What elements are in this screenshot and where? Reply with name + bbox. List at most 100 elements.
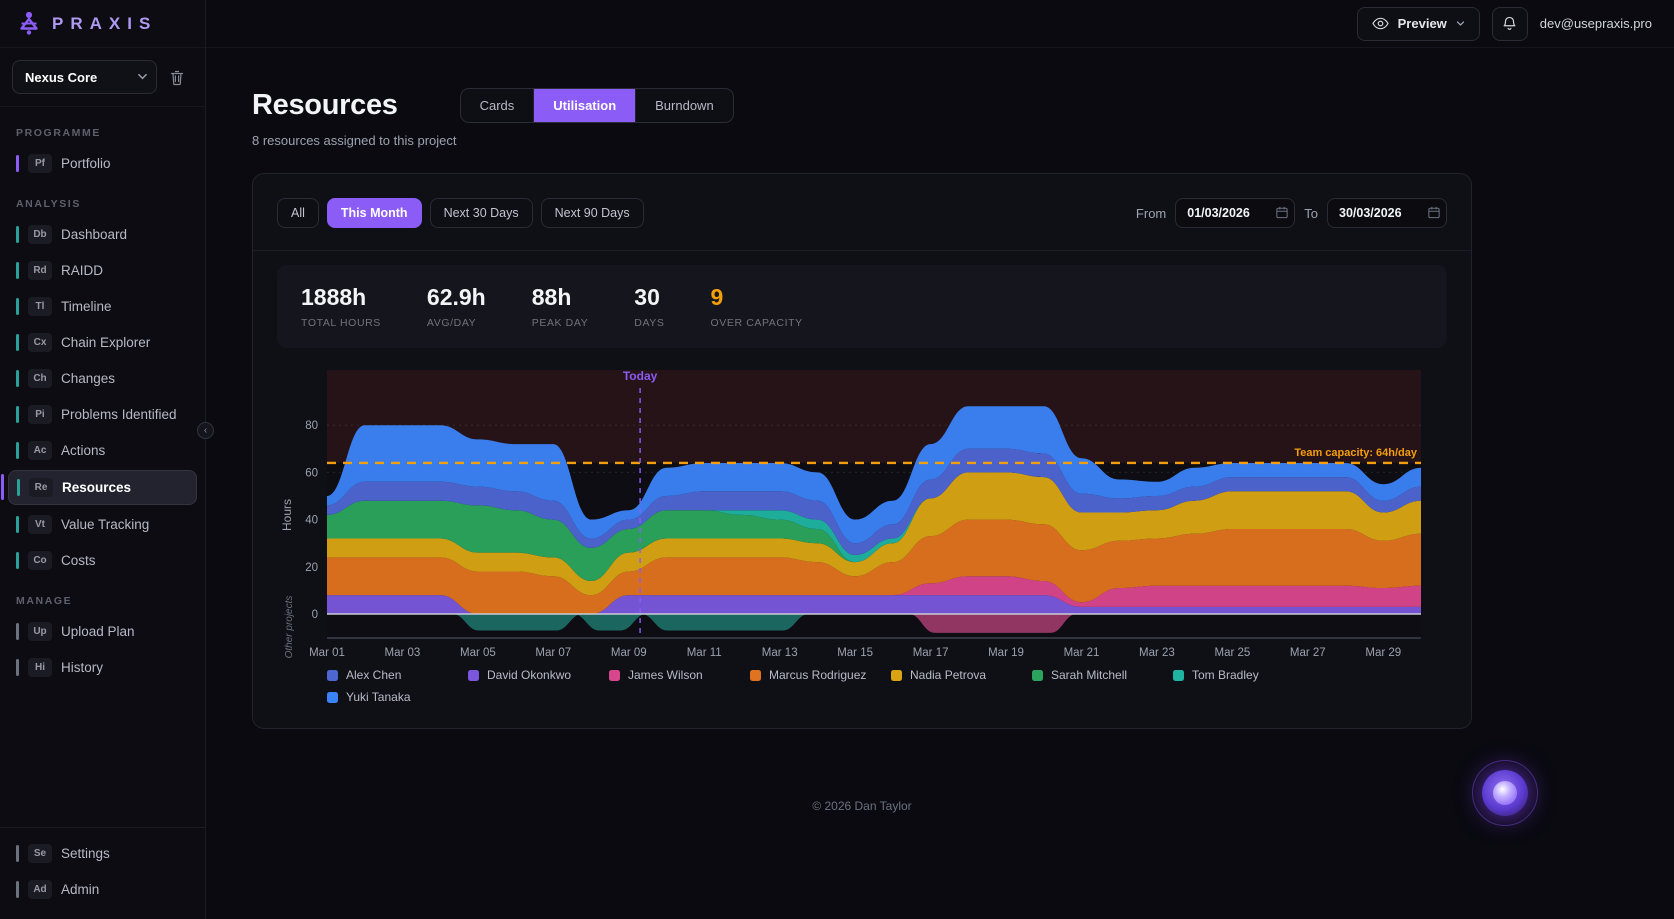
sidebar-item-value-tracking[interactable]: VtValue Tracking bbox=[8, 508, 197, 541]
item-badge: Se bbox=[28, 844, 52, 863]
filter-this-month[interactable]: This Month bbox=[327, 198, 422, 228]
legend-alex-chen: Alex Chen bbox=[327, 668, 468, 682]
notifications-button[interactable] bbox=[1492, 7, 1528, 41]
stat-label: PEAK DAY bbox=[532, 317, 589, 329]
legend-sarah-mitchell: Sarah Mitchell bbox=[1032, 668, 1173, 682]
stat-over-capacity: 9OVER CAPACITY bbox=[711, 284, 803, 329]
sidebar-item-portfolio[interactable]: PfPortfolio bbox=[8, 147, 197, 180]
legend-label: Nadia Petrova bbox=[910, 668, 986, 682]
date-range-group: From To bbox=[1136, 198, 1447, 228]
sidebar-item-resources[interactable]: ReResources bbox=[8, 470, 197, 505]
stacked-area-chart: Team capacity: 64h/dayToday020406080Hour… bbox=[277, 364, 1447, 664]
to-label: To bbox=[1304, 206, 1318, 221]
sidebar-item-costs[interactable]: CoCosts bbox=[8, 544, 197, 577]
tab-utilisation[interactable]: Utilisation bbox=[534, 89, 636, 122]
legend-swatch bbox=[891, 670, 902, 681]
sidebar-item-timeline[interactable]: Tl Timeline bbox=[8, 290, 197, 323]
filter-all[interactable]: All bbox=[277, 198, 319, 228]
item-badge: Up bbox=[28, 622, 52, 641]
trash-icon bbox=[169, 69, 185, 86]
item-badge: Pi bbox=[28, 405, 52, 424]
sidebar-item-actions[interactable]: AcActions bbox=[8, 434, 197, 467]
svg-text:Team capacity: 64h/day: Team capacity: 64h/day bbox=[1294, 447, 1418, 459]
stat-days: 30DAYS bbox=[634, 284, 664, 329]
sidebar-item-upload-plan[interactable]: Up Upload Plan bbox=[8, 615, 197, 648]
item-badge: Tl bbox=[28, 297, 52, 316]
svg-text:Mar 05: Mar 05 bbox=[460, 647, 496, 659]
svg-text:Mar 25: Mar 25 bbox=[1215, 647, 1251, 659]
sidebar-collapse-button[interactable]: ‹ bbox=[197, 422, 214, 439]
delete-project-button[interactable] bbox=[169, 69, 185, 86]
legend-swatch bbox=[327, 692, 338, 703]
sidebar-item-changes[interactable]: ChChanges bbox=[8, 362, 197, 395]
utilisation-card: All This Month Next 30 Days Next 90 Days Fr… bbox=[252, 173, 1472, 729]
stat-value: 9 bbox=[711, 284, 803, 311]
item-label: Costs bbox=[61, 553, 96, 568]
stat-label: TOTAL HOURS bbox=[301, 317, 381, 329]
topbar: Preview dev@usepraxis.pro bbox=[206, 0, 1674, 48]
page-subtitle: 8 resources assigned to this project bbox=[252, 133, 1472, 148]
item-accent-bar bbox=[16, 881, 19, 898]
brand-name: PRAXIS bbox=[52, 14, 157, 34]
item-label: Dashboard bbox=[61, 227, 127, 242]
svg-text:Other projects: Other projects bbox=[284, 596, 295, 659]
legend-nadia-petrova: Nadia Petrova bbox=[891, 668, 1032, 682]
preview-button[interactable]: Preview bbox=[1357, 7, 1480, 41]
sidebar-item-settings[interactable]: SeSettings bbox=[8, 837, 197, 870]
legend-yuki-tanaka: Yuki Tanaka bbox=[327, 690, 468, 704]
svg-text:Mar 03: Mar 03 bbox=[385, 647, 421, 659]
item-label: Problems Identified bbox=[61, 407, 177, 422]
legend-james-wilson: James Wilson bbox=[609, 668, 750, 682]
chevron-down-icon bbox=[1456, 19, 1465, 28]
legend-marcus-rodriguez: Marcus Rodriguez bbox=[750, 668, 891, 682]
item-label: Admin bbox=[61, 882, 99, 897]
item-label: Upload Plan bbox=[61, 624, 135, 639]
svg-text:Mar 07: Mar 07 bbox=[535, 647, 571, 659]
eye-icon bbox=[1372, 17, 1389, 30]
svg-text:Mar 21: Mar 21 bbox=[1064, 647, 1100, 659]
item-badge: Ac bbox=[28, 441, 52, 460]
item-accent-bar bbox=[16, 442, 19, 459]
legend-label: Marcus Rodriguez bbox=[769, 668, 866, 682]
preview-label: Preview bbox=[1398, 16, 1447, 31]
item-label: Changes bbox=[61, 371, 115, 386]
item-label: Resources bbox=[62, 480, 131, 495]
sidebar-item-problems-identified[interactable]: Pi Problems Identified bbox=[8, 398, 197, 431]
item-label: Timeline bbox=[61, 299, 112, 314]
tab-burndown[interactable]: Burndown bbox=[636, 89, 733, 122]
view-tabs: CardsUtilisationBurndown bbox=[460, 88, 734, 123]
main-content: Resources CardsUtilisationBurndown 8 res… bbox=[206, 48, 1674, 919]
item-badge: Ad bbox=[28, 880, 52, 899]
from-date-input[interactable] bbox=[1175, 198, 1295, 228]
legend-label: Sarah Mitchell bbox=[1051, 668, 1127, 682]
divider bbox=[253, 250, 1471, 251]
bell-icon bbox=[1502, 16, 1517, 32]
sidebar-item-admin[interactable]: Ad Admin bbox=[8, 873, 197, 906]
svg-text:Hours: Hours bbox=[280, 499, 294, 531]
project-select[interactable]: Nexus Core bbox=[12, 60, 157, 94]
item-accent-bar bbox=[16, 406, 19, 423]
filter-next-90-days[interactable]: Next 90 Days bbox=[541, 198, 644, 228]
active-indicator bbox=[1, 474, 4, 500]
stats-strip: 1888hTOTAL HOURS62.9hAVG/DAY88hPEAK DAY3… bbox=[277, 265, 1447, 348]
from-label: From bbox=[1136, 206, 1166, 221]
tab-cards[interactable]: Cards bbox=[461, 89, 535, 122]
stat-label: AVG/DAY bbox=[427, 317, 486, 329]
legend-label: Alex Chen bbox=[346, 668, 401, 682]
user-email[interactable]: dev@usepraxis.pro bbox=[1540, 16, 1652, 31]
sidebar-item-history[interactable]: HiHistory bbox=[8, 651, 197, 684]
sidebar-item-raidd[interactable]: RdRAIDD bbox=[8, 254, 197, 287]
svg-text:Today: Today bbox=[623, 369, 658, 383]
sidebar-item-chain-explorer[interactable]: CxChain Explorer bbox=[8, 326, 197, 359]
legend-david-okonkwo: David Okonkwo bbox=[468, 668, 609, 682]
item-accent-bar bbox=[16, 623, 19, 640]
utilisation-chart: Team capacity: 64h/dayToday020406080Hour… bbox=[277, 364, 1447, 704]
item-label: Chain Explorer bbox=[61, 335, 150, 350]
filter-next-30-days[interactable]: Next 30 Days bbox=[430, 198, 533, 228]
sidebar-item-dashboard[interactable]: DbDashboard bbox=[8, 218, 197, 251]
to-date-input[interactable] bbox=[1327, 198, 1447, 228]
item-badge: Hi bbox=[28, 658, 52, 677]
assistant-orb-button[interactable] bbox=[1472, 760, 1538, 826]
stat-value: 88h bbox=[532, 284, 589, 311]
item-label: RAIDD bbox=[61, 263, 103, 278]
